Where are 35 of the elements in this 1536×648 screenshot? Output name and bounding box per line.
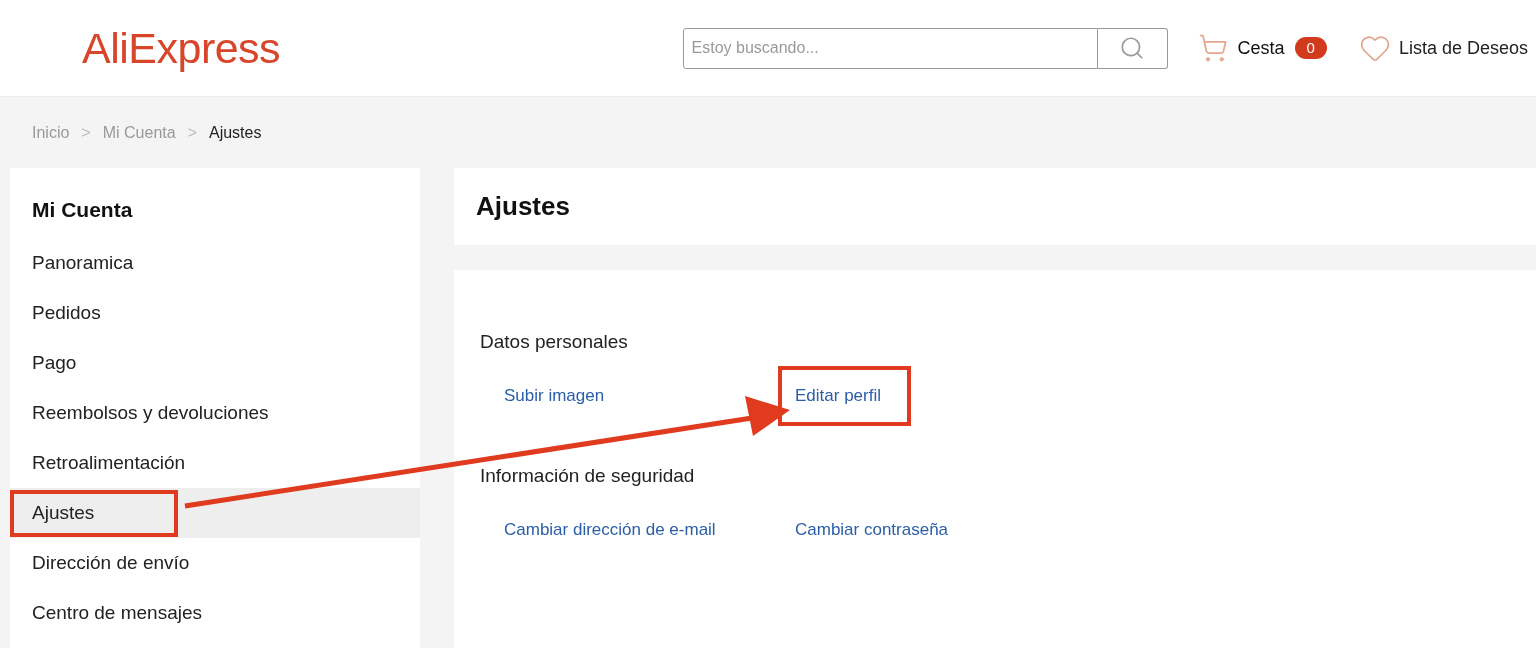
sidebar-item-label: Pago (31, 350, 78, 375)
cart-label[interactable]: Cesta (1237, 34, 1285, 62)
breadcrumb-separator: > (187, 122, 197, 143)
sidebar-item-label: Panoramica (31, 250, 135, 275)
sidebar-item[interactable]: Centro de mensajes (10, 588, 420, 638)
wishlist-link[interactable]: Lista de Deseos (1398, 34, 1528, 62)
section-heading: Datos personales (480, 330, 629, 354)
search-icon (1119, 35, 1146, 61)
breadcrumb-link[interactable]: Ajustes (208, 120, 262, 145)
sidebar-item[interactable]: Dirección de envío (10, 538, 420, 588)
settings-link[interactable]: Subir imagen (487, 366, 635, 426)
page-title: Ajustes (476, 190, 570, 223)
breadcrumb-separator: > (81, 122, 91, 143)
highlight-frame: Ajustes (10, 489, 179, 537)
cart-count: 0 (1294, 37, 1327, 59)
sidebar-item-label: Dirección de envío (31, 550, 191, 575)
sidebar-title: Mi Cuenta (31, 197, 134, 223)
search-field[interactable]: Estoy buscando... (682, 27, 1098, 69)
section-heading: Información de seguridad (480, 464, 696, 488)
sidebar-item-label: Reembolsos y devoluciones (31, 400, 270, 425)
sidebar-item[interactable]: Pedidos (10, 288, 420, 338)
settings-link[interactable]: Cambiar contraseña (778, 500, 979, 560)
sidebar-item-label: Pedidos (31, 300, 102, 325)
sidebar-item-label: Retroalimentación (31, 450, 187, 475)
settings-link[interactable]: Cambiar dirección de e-mail (487, 500, 746, 560)
sidebar-item[interactable]: Panoramica (10, 238, 420, 288)
logo[interactable]: AliExpress (82, 26, 281, 70)
settings-link[interactable]: Editar perfil (778, 366, 911, 426)
cart-icon[interactable] (1197, 33, 1228, 63)
sidebar-item-label: Centro de mensajes (31, 600, 204, 625)
sidebar-item[interactable]: Ajustes (10, 488, 420, 538)
search-button[interactable] (1097, 27, 1168, 69)
sidebar-item[interactable]: Pago (10, 338, 420, 388)
sidebar-item[interactable]: Retroalimentación (10, 438, 420, 488)
sidebar-item[interactable]: Reembolsos y devoluciones (10, 388, 420, 438)
